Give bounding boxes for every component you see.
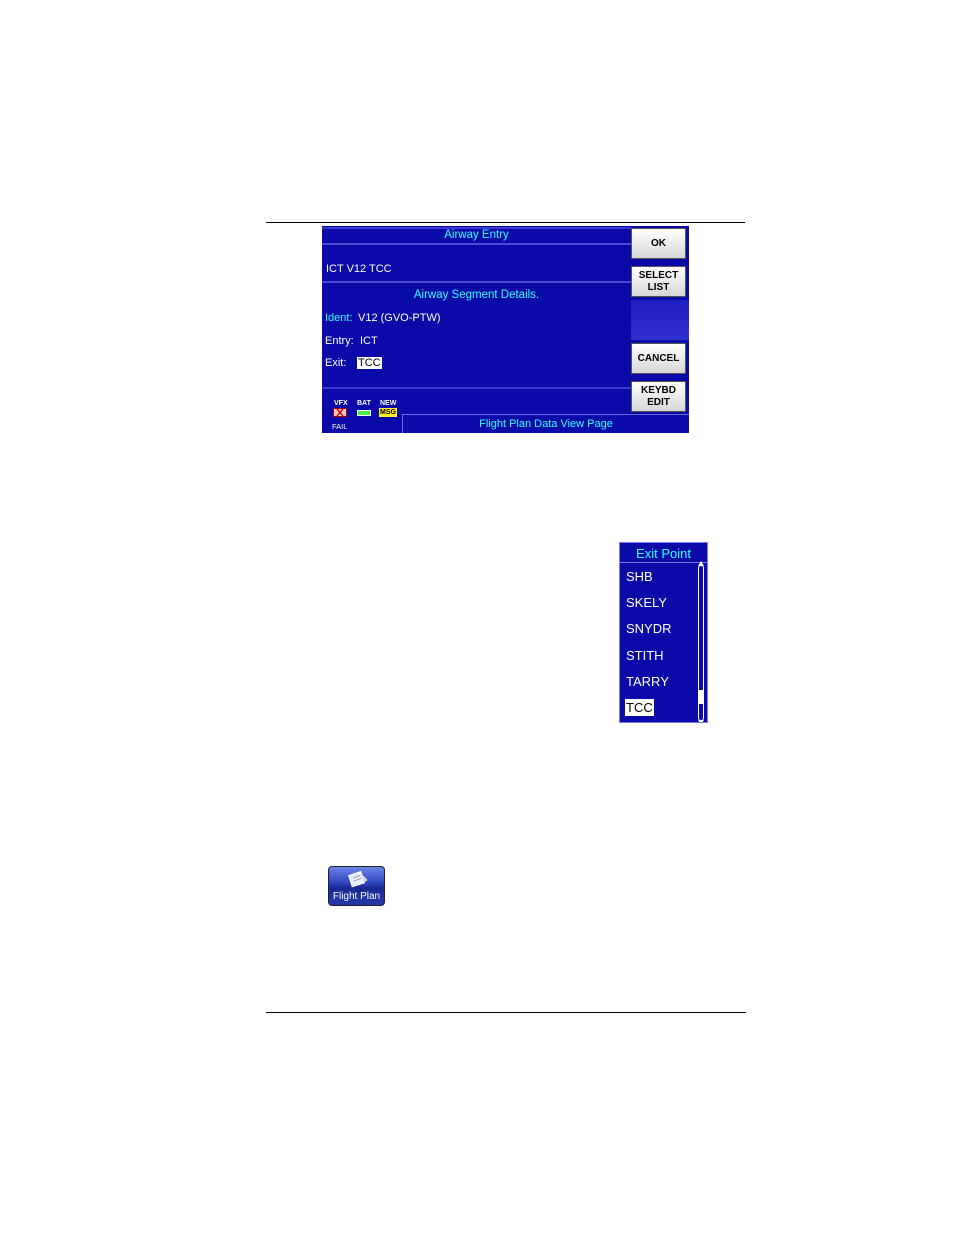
page-footer: Flight Plan Data View Page bbox=[402, 414, 689, 433]
vfx-fail-icon bbox=[333, 408, 347, 417]
airway-entry-title: Airway Entry bbox=[444, 229, 509, 241]
flight-plan-label: Flight Plan bbox=[332, 891, 381, 902]
title-divider bbox=[322, 243, 631, 245]
bat-label: BAT bbox=[357, 400, 371, 407]
scroll-thumb[interactable] bbox=[699, 690, 703, 704]
list-scrollbar[interactable] bbox=[698, 561, 704, 722]
entry-label: Entry: bbox=[325, 335, 354, 347]
route-divider bbox=[322, 281, 631, 283]
segment-details-title: Airway Segment Details. bbox=[413, 289, 540, 301]
new-msg-label: NEW bbox=[380, 400, 397, 407]
top-rule bbox=[266, 222, 745, 223]
select-list-button[interactable]: SELECT LIST bbox=[631, 266, 686, 297]
ident-value: V12 (GVO-PTW) bbox=[358, 312, 441, 324]
list-item[interactable]: SNYDR bbox=[625, 620, 673, 637]
ok-button[interactable]: OK bbox=[631, 228, 686, 259]
softkey-gap bbox=[631, 300, 689, 340]
flight-plan-icon bbox=[347, 870, 368, 888]
page-name: Flight Plan Data View Page bbox=[479, 418, 613, 430]
msg-badge[interactable]: MSG bbox=[379, 408, 397, 417]
route-text[interactable]: ICT V12 TCC bbox=[326, 263, 392, 275]
airway-entry-screen: Airway Entry ICT V12 TCC Airway Segment … bbox=[322, 226, 689, 433]
scroll-down-arrow-icon[interactable] bbox=[698, 720, 704, 722]
scroll-up-arrow-icon[interactable] bbox=[698, 561, 704, 566]
exit-point-list-title: Exit Point bbox=[620, 545, 707, 563]
status-area: VFX FAIL BAT NEW MSG bbox=[322, 392, 402, 433]
cross-icon bbox=[336, 409, 344, 416]
battery-icon bbox=[357, 410, 371, 416]
list-item[interactable]: STITH bbox=[625, 647, 665, 664]
keybd-edit-button[interactable]: KEYBD EDIT bbox=[631, 381, 686, 412]
list-item-selected[interactable]: TCC bbox=[625, 699, 654, 716]
exit-point-list: Exit Point SHB SKELY SNYDR STITH TARRY T… bbox=[619, 542, 708, 723]
exit-label: Exit: bbox=[325, 357, 347, 369]
ident-label: Ident: bbox=[325, 312, 353, 324]
exit-value-field[interactable]: TCC bbox=[357, 357, 382, 369]
details-bottom-divider bbox=[322, 387, 631, 389]
list-item[interactable]: SHB bbox=[625, 568, 654, 585]
cancel-button[interactable]: CANCEL bbox=[631, 343, 686, 374]
list-item[interactable]: TARRY bbox=[625, 673, 670, 690]
entry-value: ICT bbox=[360, 335, 378, 347]
flight-plan-button[interactable]: Flight Plan bbox=[328, 866, 385, 906]
vfx-state: FAIL bbox=[332, 422, 348, 431]
list-item[interactable]: SKELY bbox=[625, 594, 668, 611]
bottom-rule bbox=[266, 1012, 746, 1013]
vfx-label: VFX bbox=[334, 400, 348, 407]
